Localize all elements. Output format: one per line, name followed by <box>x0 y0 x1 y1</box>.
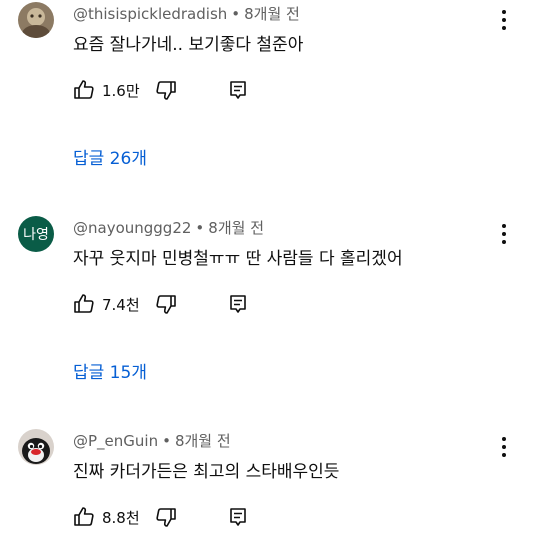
comment-text: 진짜 카더가든은 최고의 스타배우인듯 <box>73 462 340 482</box>
comment-meta: @P_enGuin • 8개월 전 <box>73 430 231 451</box>
reply-icon <box>229 508 246 526</box>
timestamp[interactable]: 8개월 전 <box>175 432 231 450</box>
dislike-button[interactable] <box>154 505 178 529</box>
meta-separator: • <box>162 432 171 450</box>
comment-actions: 8.8천 <box>72 505 250 529</box>
thumbs-up-icon <box>74 507 94 526</box>
like-count: 8.8천 <box>102 508 140 527</box>
more-vert-icon[interactable] <box>494 435 514 459</box>
author-handle[interactable]: @P_enGuin <box>73 432 158 450</box>
like-button[interactable]: 8.8천 <box>72 505 140 529</box>
reply-button[interactable] <box>226 505 250 529</box>
comment: @P_enGuin • 8개월 전 진짜 카더가든은 최고의 스타배우인듯 8.8천 <box>0 0 540 543</box>
avatar[interactable] <box>18 429 54 465</box>
thumbs-down-icon <box>156 508 176 527</box>
avatar-penguin <box>18 429 54 465</box>
